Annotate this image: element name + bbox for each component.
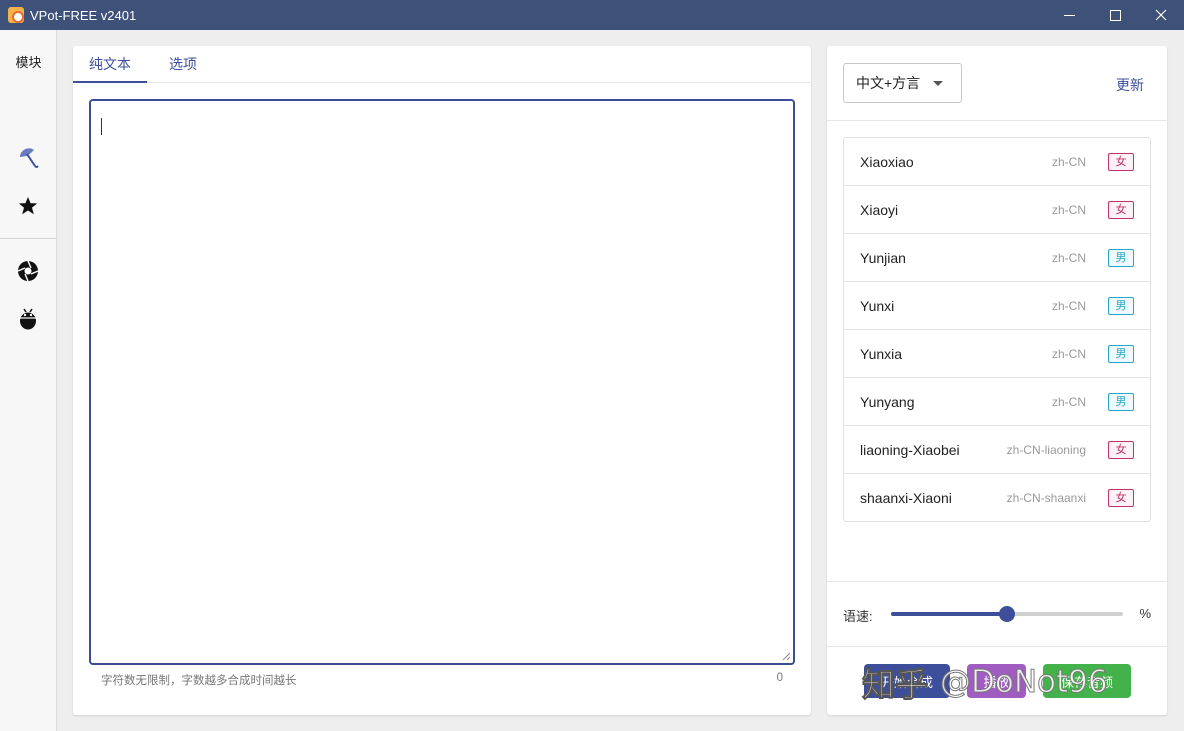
gender-badge: 男 <box>1108 393 1134 411</box>
input-hint: 字符数无限制，字数越多合成时间越长 <box>101 675 297 687</box>
play-button[interactable]: 播放 <box>967 664 1026 698</box>
voice-item-shaanxi-xiaoni[interactable]: shaanxi-Xiaoni zh-CN-shaanxi 女 <box>844 474 1150 521</box>
title-bar: VPot-FREE v2401 <box>0 0 1184 30</box>
voice-name: Xiaoyi <box>860 202 899 218</box>
divider <box>827 581 1167 582</box>
minimize-button[interactable] <box>1046 0 1092 30</box>
voice-locale: zh-CN <box>1051 395 1086 409</box>
voice-locale: zh-CN <box>1051 155 1086 169</box>
voice-name: shaanxi-Xiaoni <box>860 490 952 506</box>
star-icon <box>18 197 38 215</box>
sidebar-item-favorites[interactable] <box>15 193 41 219</box>
voice-locale: zh-CN <box>1051 203 1086 217</box>
text-panel-tabs: 纯文本 选项 <box>73 46 811 83</box>
voice-name: Yunxia <box>860 346 903 362</box>
voice-name: Xiaoxiao <box>860 154 914 170</box>
close-icon <box>1155 9 1167 21</box>
save-audio-button[interactable]: 保存音频 <box>1043 664 1131 698</box>
voice-panel: 中文+方言 更新 Xiaoxiao zh-CN 女 Xiaoyi zh-CN 女… <box>827 46 1167 715</box>
sidebar-item-bug[interactable] <box>15 306 41 332</box>
speed-slider[interactable] <box>891 606 1123 622</box>
tab-options[interactable]: 选项 <box>147 46 219 83</box>
gender-badge: 女 <box>1108 201 1134 219</box>
voice-item-xiaoxiao[interactable]: Xiaoxiao zh-CN 女 <box>844 138 1150 186</box>
character-count: 0 <box>776 672 783 684</box>
tab-plain-text[interactable]: 纯文本 <box>73 46 147 83</box>
voice-locale: zh-CN-liaoning <box>1006 443 1086 457</box>
speed-unit: % <box>1139 606 1151 621</box>
maximize-icon <box>1109 9 1121 21</box>
divider <box>827 120 1167 121</box>
speed-slider-handle[interactable] <box>999 606 1015 622</box>
voice-name: Yunxi <box>860 298 895 314</box>
voice-locale: zh-CN <box>1051 347 1086 361</box>
minimize-icon <box>1063 14 1075 16</box>
gender-badge: 女 <box>1108 153 1134 171</box>
voice-item-yunxia[interactable]: Yunxia zh-CN 男 <box>844 330 1150 378</box>
close-button[interactable] <box>1138 0 1184 30</box>
text-panel: 纯文本 选项 字符数无限制，字数越多合成时间越长 0 <box>73 46 811 715</box>
divider <box>827 646 1167 647</box>
speed-slider-fill <box>891 612 1007 616</box>
sidebar-divider <box>0 238 57 239</box>
text-input-area[interactable] <box>89 99 795 665</box>
module-sidebar: 模块 <box>0 30 57 731</box>
voice-item-yunjian[interactable]: Yunjian zh-CN 男 <box>844 234 1150 282</box>
app-logo-icon <box>8 7 24 23</box>
voice-list: Xiaoxiao zh-CN 女 Xiaoyi zh-CN 女 Yunjian … <box>843 137 1151 522</box>
voice-name: Yunjian <box>860 250 906 266</box>
umbrella-icon <box>20 148 39 168</box>
gender-badge: 男 <box>1108 297 1134 315</box>
voice-locale: zh-CN <box>1051 251 1086 265</box>
speed-label: 语速: <box>843 609 873 624</box>
voice-name: Yunyang <box>860 394 915 410</box>
sidebar-item-umbrella[interactable] <box>15 145 41 171</box>
language-select[interactable]: 中文+方言 <box>843 63 962 103</box>
gender-badge: 男 <box>1108 249 1134 267</box>
update-button[interactable]: 更新 <box>1116 75 1144 95</box>
bug-icon <box>20 308 36 330</box>
chevron-down-icon <box>933 81 943 86</box>
voice-name: liaoning-Xiaobei <box>860 442 960 458</box>
synthesize-button[interactable]: 开始合成 <box>864 664 950 698</box>
gender-badge: 女 <box>1108 489 1134 507</box>
voice-locale: zh-CN <box>1051 299 1086 313</box>
voice-item-yunyang[interactable]: Yunyang zh-CN 男 <box>844 378 1150 426</box>
window-title: VPot-FREE v2401 <box>30 7 137 23</box>
aperture-icon <box>17 260 39 282</box>
maximize-button[interactable] <box>1092 0 1138 30</box>
voice-locale: zh-CN-shaanxi <box>1006 491 1086 505</box>
window-controls <box>1046 0 1184 30</box>
text-cursor <box>101 118 102 135</box>
gender-badge: 女 <box>1108 441 1134 459</box>
gender-badge: 男 <box>1108 345 1134 363</box>
voice-item-liaoning-xiaobei[interactable]: liaoning-Xiaobei zh-CN-liaoning 女 <box>844 426 1150 474</box>
sidebar-item-aperture[interactable] <box>15 258 41 284</box>
language-select-value: 中文+方言 <box>856 75 921 91</box>
voice-item-xiaoyi[interactable]: Xiaoyi zh-CN 女 <box>844 186 1150 234</box>
resize-grip-icon[interactable] <box>782 652 790 660</box>
voice-item-yunxi[interactable]: Yunxi zh-CN 男 <box>844 282 1150 330</box>
sidebar-title: 模块 <box>15 55 42 70</box>
